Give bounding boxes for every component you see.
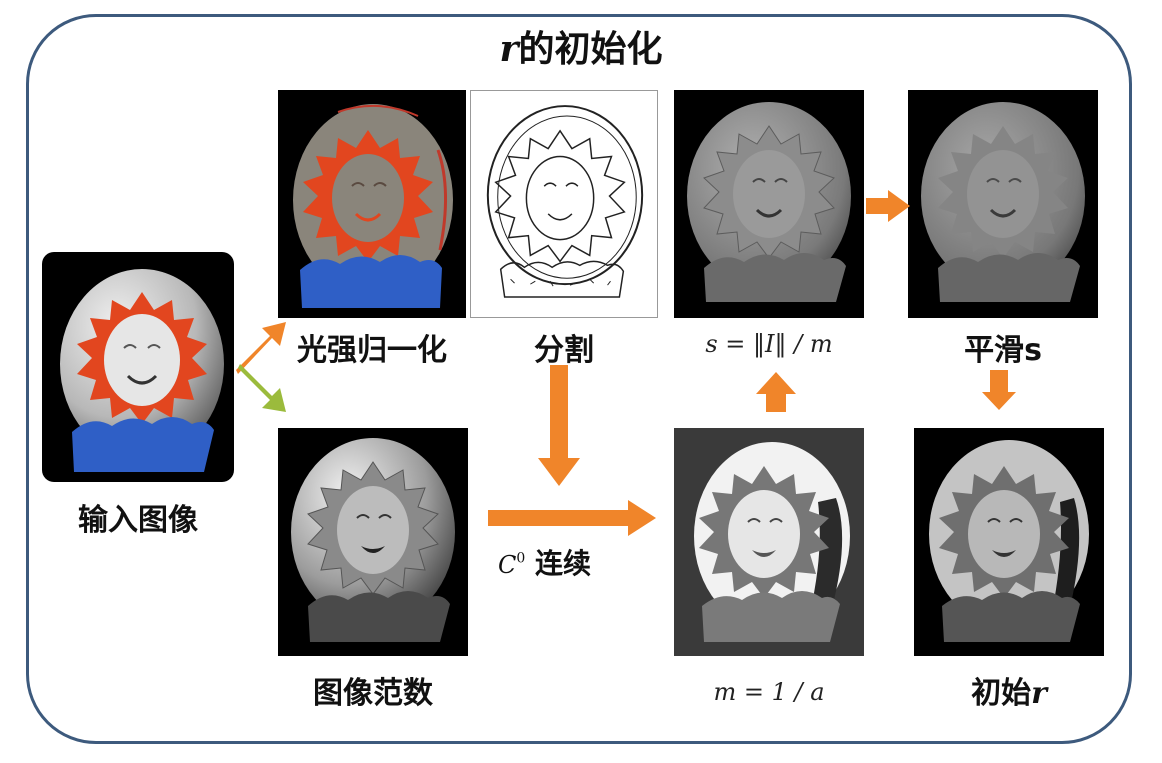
arrow-m-to-s bbox=[756, 372, 796, 412]
arrow-input-to-image-norm bbox=[238, 364, 286, 412]
arrow-segmentation-down bbox=[538, 365, 580, 486]
arrow-image-norm-to-m bbox=[488, 500, 656, 536]
arrow-s-to-smooth bbox=[866, 190, 910, 222]
arrow-smooth-to-initial-r bbox=[982, 370, 1016, 410]
flow-arrows bbox=[236, 190, 1016, 536]
arrow-input-to-light-norm bbox=[236, 322, 286, 374]
